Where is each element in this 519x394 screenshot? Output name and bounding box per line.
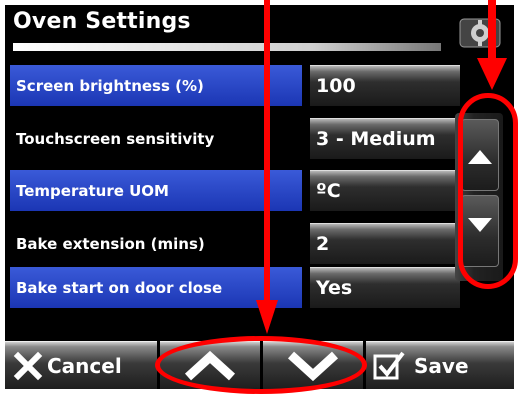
cancel-button[interactable]: Cancel <box>5 341 157 389</box>
setting-row[interactable]: Screen brightness (%) 100 <box>10 65 460 106</box>
setting-row[interactable]: Touchscreen sensitivity 3 - Medium <box>10 118 460 159</box>
checkmark-icon <box>373 351 405 379</box>
annotation-arrow-down-icon <box>477 0 507 90</box>
cancel-label: Cancel <box>47 353 122 378</box>
annotation-arrow-down-icon <box>256 0 278 334</box>
setting-row[interactable]: Temperature UOM ºC <box>10 170 460 211</box>
annotation-ring <box>155 336 367 394</box>
setting-value[interactable]: 3 - Medium <box>310 118 460 159</box>
setting-row[interactable]: Bake extension (mins) 2 <box>10 223 460 264</box>
setting-row[interactable]: Bake start on door close Yes <box>10 267 460 308</box>
setting-value[interactable]: ºC <box>310 170 460 211</box>
save-label: Save <box>414 353 469 378</box>
page-title: Oven Settings <box>13 9 191 34</box>
setting-value[interactable]: 100 <box>310 65 460 106</box>
setting-value[interactable]: 2 <box>310 223 460 264</box>
title-underline <box>13 43 441 51</box>
annotation-ring <box>458 93 518 289</box>
x-icon <box>13 351 43 380</box>
save-button[interactable]: Save <box>366 341 514 389</box>
setting-value[interactable]: Yes <box>310 267 460 308</box>
